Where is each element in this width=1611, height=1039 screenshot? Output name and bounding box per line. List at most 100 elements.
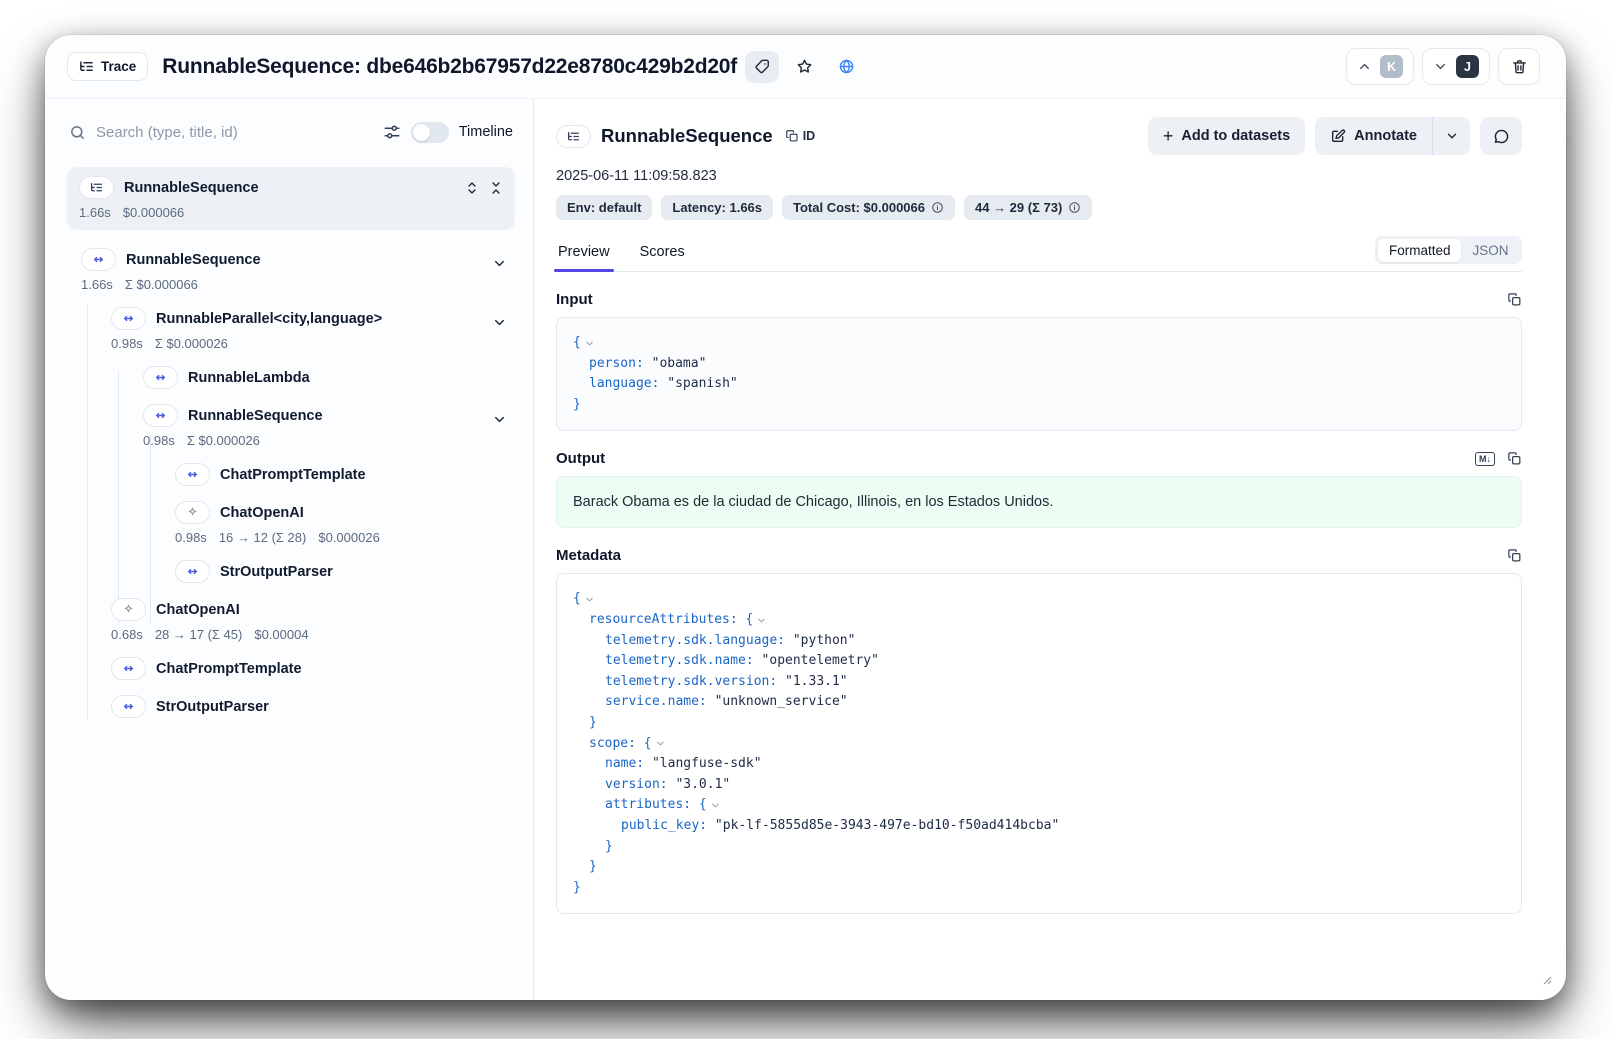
trace-duration: 1.66s <box>79 205 111 220</box>
trace-root-card[interactable]: RunnableSequence 1.66s $0.000066 <box>67 167 515 230</box>
copy-icon <box>785 129 799 143</box>
output-text: Barack Obama es de la ciudad de Chicago,… <box>573 494 1053 510</box>
span-name: StrOutputParser <box>220 564 333 580</box>
annotate-split-button: Annotate <box>1315 117 1470 155</box>
format-option-formatted[interactable]: Formatted <box>1378 239 1462 262</box>
span-cost: $0.000026 <box>318 530 379 545</box>
latency-badge: Latency: 1.66s <box>661 195 773 220</box>
span-tokens: 16 → 12 (Σ 28) <box>219 530 307 545</box>
next-trace-button[interactable]: J <box>1422 48 1490 85</box>
span-name: ChatOpenAI <box>220 505 304 521</box>
trace-badge-label: Trace <box>101 59 136 74</box>
chevron-down-icon[interactable] <box>492 315 507 330</box>
add-to-datasets-button[interactable]: + Add to datasets <box>1148 117 1305 155</box>
tab-preview[interactable]: Preview <box>556 238 612 271</box>
collapse-chevron-icon[interactable] <box>584 594 595 605</box>
chevron-down-icon[interactable] <box>492 412 507 427</box>
timeline-label: Timeline <box>459 124 513 140</box>
span-name: RunnableSequence <box>188 408 323 424</box>
copy-icon[interactable] <box>1507 451 1522 466</box>
copy-icon[interactable] <box>1507 292 1522 307</box>
tree-row-chatopenai[interactable]: ChatOpenAI 0.98s 16 → 12 (Σ 28) $0.00002… <box>67 493 515 552</box>
info-icon[interactable] <box>931 201 944 214</box>
timeline-toggle[interactable] <box>411 122 449 143</box>
span-name: ChatPromptTemplate <box>156 661 302 677</box>
trace-root-name: RunnableSequence <box>124 180 259 196</box>
span-duration: 0.98s <box>111 336 143 351</box>
markdown-toggle-icon[interactable]: M↓ <box>1475 452 1495 466</box>
collapse-all-icon[interactable] <box>489 181 503 195</box>
tree-row-stroutputparser-2[interactable]: StrOutputParser <box>67 687 515 725</box>
span-type-pill <box>175 560 210 583</box>
span-name: RunnableLambda <box>188 370 310 386</box>
chevron-up-icon <box>1357 59 1372 74</box>
trace-detail-panel: RunnableSequence ID + Add to datasets An… <box>533 99 1566 1000</box>
annotate-dropdown-button[interactable] <box>1432 117 1470 155</box>
span-type-pill <box>143 404 178 427</box>
collapse-chevron-icon[interactable] <box>655 738 666 749</box>
chevron-down-icon <box>1445 129 1459 143</box>
collapse-chevron-icon[interactable] <box>710 800 721 811</box>
trace-badge-pill <box>79 176 114 199</box>
generation-type-pill <box>175 501 210 524</box>
collapse-chevron-icon[interactable] <box>756 615 767 626</box>
span-duration: 0.68s <box>111 627 143 642</box>
comments-button[interactable] <box>1480 117 1522 155</box>
resize-handle[interactable] <box>1542 975 1553 986</box>
bookmark-button[interactable] <box>787 51 821 83</box>
plus-icon: + <box>1163 127 1174 145</box>
tree-row-runnablelambda[interactable]: RunnableLambda <box>67 358 515 396</box>
star-icon <box>796 58 813 75</box>
span-name: ChatPromptTemplate <box>220 467 366 483</box>
publish-button[interactable] <box>829 51 863 83</box>
sparkle-icon <box>186 506 199 519</box>
format-option-json[interactable]: JSON <box>1461 239 1519 262</box>
tags-button[interactable] <box>745 51 779 83</box>
copy-icon[interactable] <box>1507 548 1522 563</box>
span-name: StrOutputParser <box>156 699 269 715</box>
id-label: ID <box>803 129 816 143</box>
filter-sliders-icon[interactable] <box>383 123 401 141</box>
list-tree-icon <box>567 130 580 143</box>
span-duration: 0.98s <box>175 530 207 545</box>
tree-row-chatprompttemplate[interactable]: ChatPromptTemplate <box>67 455 515 493</box>
tree-row-stroutputparser[interactable]: StrOutputParser <box>67 552 515 590</box>
tree-row-chatprompttemplate-2[interactable]: ChatPromptTemplate <box>67 649 515 687</box>
span-cost-sum: Σ $0.000066 <box>125 277 198 292</box>
span-type-pill <box>175 463 210 486</box>
chevron-down-icon[interactable] <box>492 256 507 271</box>
span-name: ChatOpenAI <box>156 602 240 618</box>
span-type-pill <box>111 695 146 718</box>
span-name: RunnableSequence <box>126 252 261 268</box>
tree-row-runnableparallel[interactable]: RunnableParallel<city,language> 0.98s Σ … <box>67 299 515 358</box>
span-arrows-icon <box>122 700 135 713</box>
span-tree: RunnableSequence 1.66s Σ $0.000066 Runna… <box>67 240 515 725</box>
input-json-viewer: { person: "obama" language: "spanish" } <box>556 317 1522 431</box>
output-section-title: Output <box>556 450 605 467</box>
search-input[interactable] <box>96 124 373 141</box>
trace-cost: $0.000066 <box>123 205 184 220</box>
sparkle-icon <box>122 603 135 616</box>
tab-scores[interactable]: Scores <box>638 238 687 271</box>
detail-tabs: Preview Scores Formatted JSON <box>556 236 1522 272</box>
toggle-knob <box>413 124 430 141</box>
chat-bubble-icon <box>1493 128 1510 145</box>
annotate-button[interactable]: Annotate <box>1315 117 1432 155</box>
tree-row-runnablesequence-nested[interactable]: RunnableSequence 0.98s Σ $0.000026 <box>67 396 515 455</box>
output-section: Output M↓ Barack Obama es de la ciudad d… <box>556 450 1522 528</box>
span-type-pill <box>111 657 146 680</box>
info-icon[interactable] <box>1068 201 1081 214</box>
span-arrows-icon <box>154 409 167 422</box>
kbd-hint-k: K <box>1380 55 1403 78</box>
copy-id-button[interactable]: ID <box>785 129 816 143</box>
span-type-pill <box>111 307 146 330</box>
expand-all-icon[interactable] <box>465 181 479 195</box>
tree-row-runnablesequence[interactable]: RunnableSequence 1.66s Σ $0.000066 <box>67 240 515 299</box>
trace-badge-pill <box>556 125 591 148</box>
delete-trace-button[interactable] <box>1498 48 1540 85</box>
tree-row-chatopenai-2[interactable]: ChatOpenAI 0.68s 28 → 17 (Σ 45) $0.00004 <box>67 590 515 649</box>
previous-trace-button[interactable]: K <box>1346 48 1414 85</box>
kbd-hint-j: J <box>1456 55 1479 78</box>
metadata-section: Metadata { resourceAttributes: { telemet… <box>556 547 1522 914</box>
collapse-chevron-icon[interactable] <box>584 338 595 349</box>
